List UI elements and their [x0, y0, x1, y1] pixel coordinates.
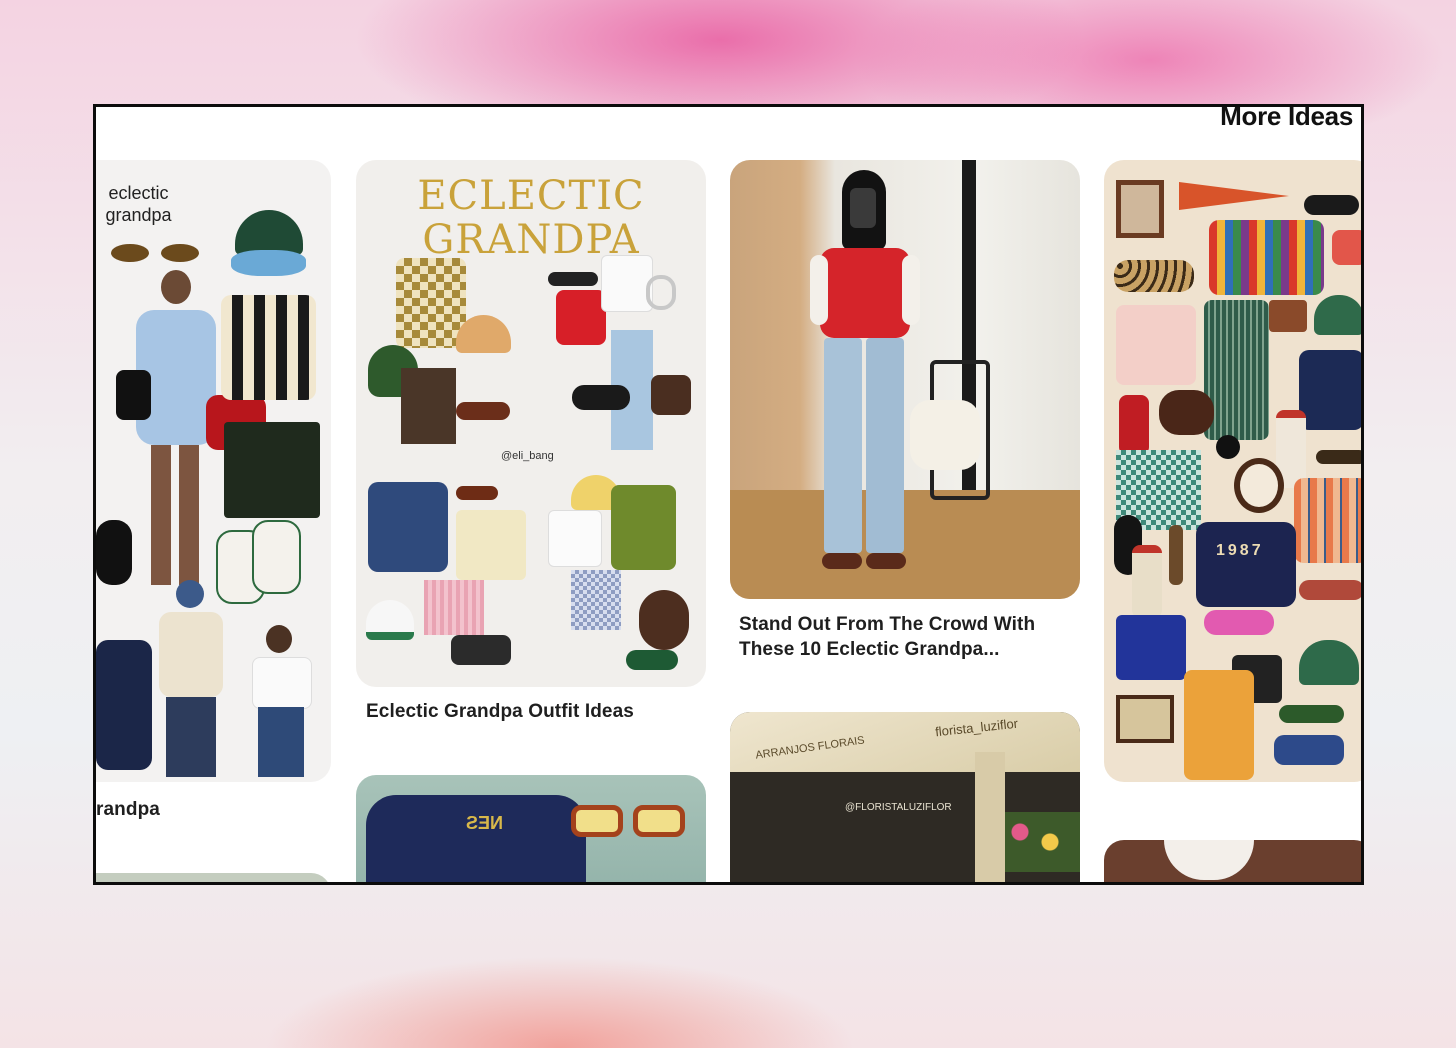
coin-purse-image [1159, 390, 1214, 435]
plaid-jacket-image [1294, 478, 1361, 563]
person-sweater-image [156, 580, 226, 780]
pin-2-title[interactable]: Eclectic Grandpa Outfit Ideas [366, 699, 634, 724]
sunglasses-image [1316, 450, 1361, 464]
green-cap-image [1299, 640, 1359, 685]
shop-sign-text: @FLORISTALUZIFLOR [845, 802, 952, 813]
pin-3-title[interactable]: Stand Out From The Crowd With These 10 Ec… [739, 612, 1035, 662]
sunglasses-image [1299, 580, 1361, 600]
brown-shorts-image [401, 368, 456, 444]
clock-image [1332, 230, 1361, 265]
red-vest-image [556, 290, 606, 345]
blue-shorts-image [1116, 615, 1186, 680]
graphic-tee-image [1116, 305, 1196, 385]
pillow-image [1274, 735, 1344, 765]
pink-shorts-image [424, 580, 484, 635]
pennant-image [1179, 182, 1289, 210]
watch-image [1169, 525, 1183, 585]
white-tee-image [601, 255, 653, 312]
pin-1-image-label: eclectic grandpa [105, 183, 172, 225]
green-sneakers-image [626, 650, 678, 670]
navy-cardigan-image [1299, 350, 1361, 430]
sunglasses-image [456, 486, 498, 500]
flowers-image [1000, 812, 1080, 872]
navy-jacket-image: NES [366, 795, 586, 882]
headphones-image [646, 275, 676, 310]
striped-cardigan-image [221, 295, 316, 400]
shorts-image [224, 422, 320, 518]
awning-text: ARRANJOS FLORAIS [754, 734, 866, 762]
person-image [1164, 840, 1254, 880]
pin-card-8[interactable] [1104, 840, 1361, 882]
gingham-shorts-image [571, 570, 621, 630]
loafers-image [456, 402, 510, 420]
shop-column-image [975, 752, 1005, 882]
loafers-image [96, 520, 132, 585]
pin-card-1[interactable]: eclectic grandpa [96, 160, 331, 782]
sneakers-image [216, 520, 301, 604]
striped-sweater-image [1209, 220, 1324, 295]
shop-handle-text: florista_luziflor [934, 715, 1019, 740]
green-glasses-image [1279, 705, 1344, 723]
sunglasses-image [548, 272, 598, 286]
striped-socks-image [1132, 545, 1162, 618]
yellow-pants-image [1184, 670, 1254, 780]
framed-fish-image [1116, 695, 1174, 743]
pin-card-4[interactable]: 1987 [1104, 160, 1361, 782]
converse-image [451, 635, 511, 665]
green-cap-image [1314, 295, 1361, 335]
sneakers-image [1304, 195, 1359, 215]
graphic-tee-image [456, 510, 526, 580]
more-ideas-heading: More Ideas [1220, 104, 1353, 131]
brown-bag-image [639, 590, 689, 650]
pink-sneakers-image [1204, 610, 1274, 635]
framed-picture-image [1116, 180, 1164, 238]
orange-glasses-image [571, 805, 691, 840]
sunglasses-image [111, 240, 201, 262]
navy-jacket-image [96, 640, 152, 770]
sweater-1987-text: 1987 [1216, 542, 1264, 559]
awning-image: ARRANJOS FLORAIS florista_luziflor [730, 712, 1080, 772]
pin-card-6[interactable]: NES [356, 775, 706, 882]
green-cardigan-image [611, 485, 676, 570]
jacket-text: NES [466, 813, 504, 833]
pin-card-3[interactable] [730, 160, 1080, 599]
person-white-tee-image [246, 625, 316, 780]
wall-clock-image [1234, 458, 1284, 513]
pin-2-image-title: ECLECTIC GRANDPA [417, 173, 645, 263]
striped-pants-image [1204, 300, 1269, 440]
checkered-vest-image [396, 258, 466, 348]
red-socks-image [1119, 395, 1149, 455]
pin-card-5[interactable] [96, 873, 331, 882]
pin-1-title[interactable]: randpa [96, 797, 160, 822]
wallet-image [1269, 300, 1307, 332]
pin-card-2[interactable]: ECLECTIC GRANDPA @eli_bang [356, 160, 706, 687]
white-tee-image [548, 510, 602, 567]
browser-frame: More Ideas eclectic grandpa randpa ECLEC… [93, 104, 1364, 885]
handbag-image [651, 375, 691, 415]
sweater-1987-image: 1987 [1196, 522, 1296, 607]
white-cap-image [366, 600, 414, 640]
pin-card-7[interactable]: ARRANJOS FLORAIS florista_luziflor @FLOR… [730, 712, 1080, 882]
keychain-image [1216, 435, 1240, 459]
sneakers-image [572, 385, 630, 410]
person-mirror-selfie-image [810, 170, 930, 580]
pin-2-handle: @eli_bang [501, 450, 554, 462]
cap-image [231, 210, 306, 285]
denim-jacket-image [368, 482, 448, 572]
leopard-sneakers-image [1114, 260, 1194, 292]
